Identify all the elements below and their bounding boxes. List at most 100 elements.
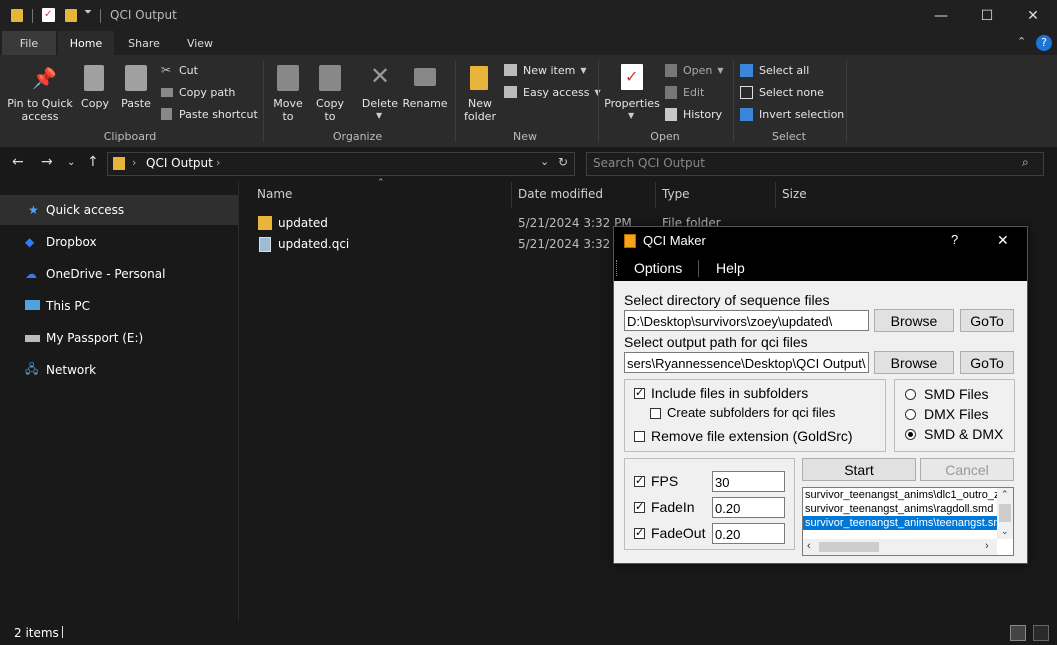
nav-item-dropbox[interactable]: ◆ Dropbox (0, 227, 238, 257)
select-all-button[interactable]: Select all (740, 62, 809, 78)
include-subfolders-label[interactable]: Include files in subfolders (651, 385, 808, 401)
start-button[interactable]: Start (802, 458, 916, 481)
list-item[interactable]: survivor_teenangst_anims\ragdoll.smd (803, 502, 999, 516)
fadeout-label[interactable]: FadeOut (651, 525, 705, 541)
horizontal-scrollbar[interactable]: ‹ › (803, 539, 997, 555)
fadein-label[interactable]: FadeIn (651, 499, 695, 515)
address-bar[interactable]: › QCI Output › ⌄ ↻ (107, 152, 575, 176)
smd-dmx-radio[interactable] (905, 429, 916, 440)
fps-input[interactable]: 30 (712, 471, 785, 492)
cut-button[interactable]: ✂ Cut (161, 62, 198, 78)
search-icon[interactable]: ⌕ (1022, 155, 1029, 170)
sequence-dir-input[interactable]: D:\Desktop\survivors\zoey\updated\ (624, 310, 869, 331)
browse-output-button[interactable]: Browse (874, 351, 954, 374)
copy-button[interactable]: Copy (78, 60, 112, 116)
new-folder-button[interactable]: New folder (461, 60, 499, 126)
edit-button[interactable]: Edit (665, 84, 704, 100)
scroll-thumb[interactable] (819, 542, 879, 552)
list-item[interactable]: survivor_teenangst_anims\teenangst.sm (803, 516, 999, 530)
fps-label[interactable]: FPS (651, 473, 678, 489)
nav-item-my-passport[interactable]: My Passport (E:) (0, 323, 238, 353)
tab-file[interactable]: File (2, 31, 56, 55)
scroll-thumb[interactable] (999, 504, 1011, 522)
invert-selection-button[interactable]: Invert selection (740, 106, 844, 122)
file-list-box[interactable]: survivor_teenangst_anims\dlc1_outro_z su… (802, 487, 1014, 556)
rename-button[interactable]: Rename (402, 60, 448, 116)
properties-quick-icon[interactable]: ✓ (42, 8, 55, 22)
smd-files-radio[interactable] (905, 389, 916, 400)
remove-extension-checkbox[interactable] (634, 431, 645, 442)
list-item[interactable]: survivor_teenangst_anims\dlc1_outro_z (803, 488, 999, 502)
properties-button[interactable]: ✓ Properties ▼ (604, 60, 660, 126)
scroll-left-icon[interactable]: ‹ (807, 540, 811, 552)
collapse-ribbon-icon[interactable]: ⌃ (1017, 35, 1026, 48)
breadcrumb-chevron-icon[interactable]: › (216, 156, 220, 169)
forward-arrow-icon[interactable]: → (41, 154, 53, 170)
nav-item-network[interactable]: 🖧 Network (0, 355, 238, 385)
column-separator[interactable] (775, 182, 776, 208)
smd-dmx-label[interactable]: SMD & DMX (924, 426, 1003, 442)
large-icons-view-icon[interactable] (1033, 625, 1049, 641)
fadeout-input[interactable]: 0.20 (712, 523, 785, 544)
minimize-button[interactable]: — (918, 0, 964, 31)
scroll-down-icon[interactable]: ⌄ (1001, 526, 1009, 537)
column-header-date[interactable]: Date modified (518, 187, 603, 201)
search-input[interactable]: Search QCI Output ⌕ (586, 152, 1044, 176)
smd-files-label[interactable]: SMD Files (924, 386, 989, 402)
history-button[interactable]: History (665, 106, 722, 122)
tab-share[interactable]: Share (118, 31, 170, 55)
back-arrow-icon[interactable]: ← (12, 154, 24, 170)
browse-sequence-button[interactable]: Browse (874, 309, 954, 332)
vertical-scrollbar[interactable]: ⌃ ⌄ (997, 488, 1013, 539)
move-to-button[interactable]: Move to (270, 60, 306, 126)
column-header-type[interactable]: Type (662, 187, 690, 201)
goto-sequence-button[interactable]: GoTo (960, 309, 1014, 332)
easy-access-button[interactable]: Easy access ▼ (504, 84, 601, 100)
output-path-input[interactable]: sers\Ryannessence\Desktop\QCI Output\ (624, 352, 869, 373)
fadein-checkbox[interactable]: ✓ (634, 502, 645, 513)
details-view-icon[interactable] (1010, 625, 1026, 641)
open-button[interactable]: Open ▼ (665, 62, 724, 78)
include-subfolders-checkbox[interactable]: ✓ (634, 388, 645, 399)
dmx-files-label[interactable]: DMX Files (924, 406, 989, 422)
delete-button[interactable]: ✕ Delete ▼ (361, 60, 399, 126)
column-header-name[interactable]: Name (257, 187, 292, 201)
scroll-right-icon[interactable]: › (985, 540, 989, 552)
fps-checkbox[interactable]: ✓ (634, 476, 645, 487)
paste-shortcut-button[interactable]: Paste shortcut (161, 106, 258, 122)
new-folder-quick-icon[interactable] (65, 9, 77, 22)
menu-help[interactable]: Help (716, 260, 745, 276)
cancel-button[interactable]: Cancel (920, 458, 1014, 481)
breadcrumb-qci-output[interactable]: QCI Output (146, 156, 213, 170)
maximize-button[interactable]: ☐ (964, 0, 1010, 31)
create-subfolders-checkbox[interactable] (650, 408, 661, 419)
menu-options[interactable]: Options (634, 260, 682, 276)
address-dropdown-icon[interactable]: ⌄ (540, 155, 549, 168)
scroll-up-icon[interactable]: ⌃ (1001, 489, 1009, 500)
nav-item-quick-access[interactable]: ★ Quick access (0, 195, 238, 225)
pin-to-quick-access-button[interactable]: 📌 Pin to Quick access (6, 60, 74, 126)
select-none-button[interactable]: Select none (740, 84, 824, 100)
paste-button[interactable]: Paste (118, 60, 154, 116)
refresh-icon[interactable]: ↻ (558, 155, 568, 169)
dmx-files-radio[interactable] (905, 409, 916, 420)
new-item-button[interactable]: New item ▼ (504, 62, 587, 78)
nav-item-onedrive[interactable]: ☁ OneDrive - Personal (0, 259, 238, 289)
copy-path-button[interactable]: Copy path (161, 84, 235, 100)
create-subfolders-label[interactable]: Create subfolders for qci files (667, 405, 835, 420)
recent-locations-chevron-icon[interactable]: ⌄ (67, 157, 75, 168)
tab-view[interactable]: View (174, 31, 226, 55)
goto-output-button[interactable]: GoTo (960, 351, 1014, 374)
copy-to-button[interactable]: Copy to (312, 60, 348, 126)
qat-dropdown-icon[interactable]: ⏷ (84, 7, 92, 18)
column-separator[interactable] (655, 182, 656, 208)
remove-extension-label[interactable]: Remove file extension (GoldSrc) (651, 428, 853, 444)
up-arrow-icon[interactable]: ↑ (87, 154, 99, 170)
tab-home[interactable]: Home (58, 31, 114, 55)
nav-item-this-pc[interactable]: This PC (0, 291, 238, 321)
help-icon[interactable]: ? (1036, 35, 1052, 51)
qci-close-button[interactable]: ✕ (997, 232, 1009, 249)
column-separator[interactable] (511, 182, 512, 208)
column-header-size[interactable]: Size (782, 187, 807, 201)
qci-help-button[interactable]: ? (951, 232, 958, 247)
